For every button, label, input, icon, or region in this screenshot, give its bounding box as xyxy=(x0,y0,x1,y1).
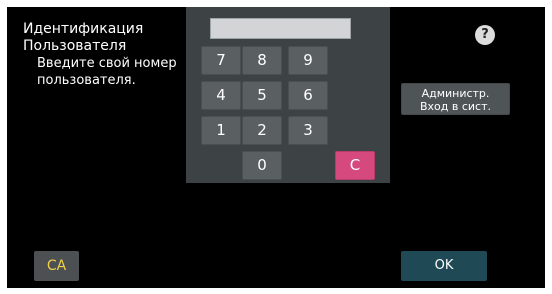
key-1[interactable]: 1 xyxy=(201,116,241,145)
page-title-continued: Пользователя xyxy=(23,38,127,54)
numeric-keypad: 7 8 9 4 5 6 1 2 3 0 C xyxy=(186,7,390,183)
ok-button[interactable]: OK xyxy=(401,251,487,281)
admin-login-button[interactable]: Администр. Вход в сист. xyxy=(401,83,510,115)
clear-all-button[interactable]: CA xyxy=(34,251,79,281)
instruction-text: Введите свой номер xyxy=(37,56,177,71)
key-0[interactable]: 0 xyxy=(242,151,282,180)
page-title: Идентификация xyxy=(23,21,144,37)
user-authentication-screen: Идентификация Пользователя Введите свой … xyxy=(7,7,545,288)
instruction-text-continued: пользователя. xyxy=(37,73,136,88)
key-7[interactable]: 7 xyxy=(201,46,241,75)
key-5[interactable]: 5 xyxy=(242,81,282,110)
key-9[interactable]: 9 xyxy=(288,46,328,75)
key-3[interactable]: 3 xyxy=(288,116,328,145)
clear-key[interactable]: C xyxy=(335,151,375,180)
key-2[interactable]: 2 xyxy=(242,116,282,145)
admin-login-label-line2: Вход в сист. xyxy=(419,100,492,113)
key-6[interactable]: 6 xyxy=(288,81,328,110)
admin-login-label-line1: Администр. xyxy=(421,87,490,100)
user-number-field[interactable] xyxy=(210,18,351,39)
key-4[interactable]: 4 xyxy=(201,81,241,110)
key-8[interactable]: 8 xyxy=(242,46,282,75)
question-icon[interactable]: ? xyxy=(475,25,495,45)
